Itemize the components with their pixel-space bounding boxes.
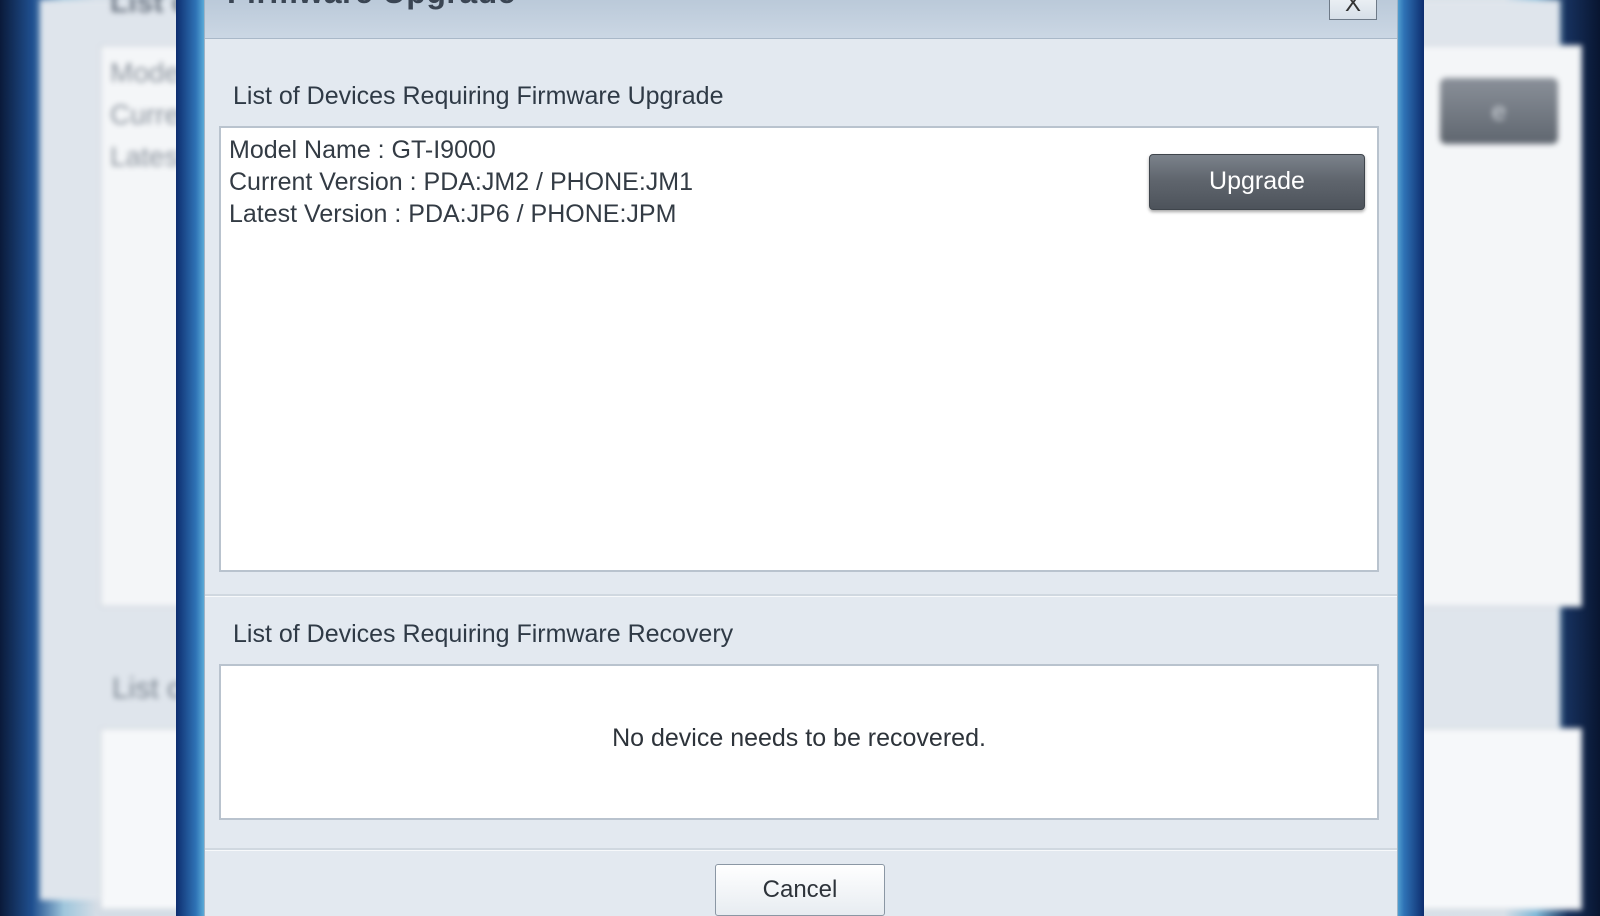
no-recovery-message: No device needs to be recovered.	[612, 724, 986, 752]
close-icon: X	[1344, 0, 1361, 17]
section-divider	[205, 594, 1397, 597]
upgrade-button[interactable]: Upgrade	[1149, 154, 1365, 210]
recovery-device-list: No device needs to be recovered.	[219, 664, 1379, 820]
current-version: Current Version : PDA:JM2 / PHONE:JM1	[229, 168, 694, 196]
upgrade-section-title: List of Devices Requiring Firmware Upgra…	[233, 82, 724, 110]
recovery-section-title: List of Devices Requiring Firmware Recov…	[233, 620, 734, 648]
dialog-titlebar: Firmware Upgrade X	[205, 0, 1397, 39]
background-button: e	[1440, 78, 1558, 144]
firmware-upgrade-dialog: Firmware Upgrade X List of Devices Requi…	[204, 0, 1398, 916]
device-info: Model Name : GT-I9000 Current Version : …	[229, 134, 693, 230]
close-button[interactable]: X	[1329, 0, 1377, 20]
model-name: Model Name : GT-I9000	[229, 136, 496, 164]
latest-version: Latest Version : PDA:JP6 / PHONE:JPM	[229, 200, 677, 228]
footer-divider	[205, 848, 1397, 851]
dialog-title: Firmware Upgrade	[227, 0, 516, 11]
upgrade-device-list: Model Name : GT-I9000 Current Version : …	[219, 126, 1379, 572]
cancel-button[interactable]: Cancel	[715, 864, 885, 916]
